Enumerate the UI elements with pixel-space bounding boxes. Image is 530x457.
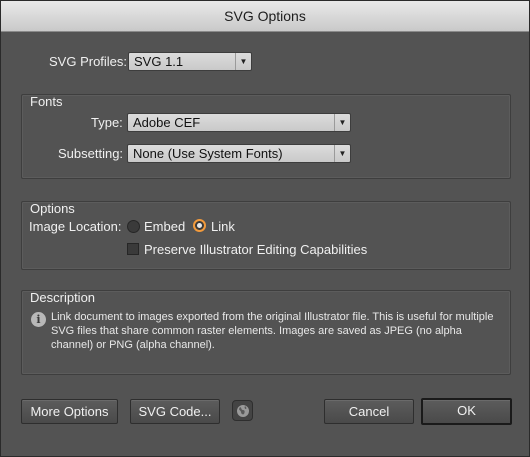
svg-code-button[interactable]: SVG Code... (130, 399, 220, 424)
svg-options-dialog: SVG Options SVG Profiles: SVG 1.1 ▼ Font… (0, 0, 530, 457)
fonts-group: Fonts (21, 94, 511, 179)
chevron-down-icon: ▼ (334, 145, 350, 162)
cancel-button[interactable]: Cancel (324, 399, 414, 424)
font-type-label: Type: (91, 115, 123, 130)
preserve-editing-label[interactable]: Preserve Illustrator Editing Capabilitie… (144, 242, 367, 257)
subsetting-label: Subsetting: (58, 146, 124, 161)
preserve-editing-checkbox[interactable] (127, 243, 139, 255)
ok-button[interactable]: OK (421, 398, 512, 425)
link-label[interactable]: Link (211, 219, 235, 234)
options-group: Options (21, 201, 511, 270)
chevron-down-icon: ▼ (235, 53, 251, 70)
description-text: Link document to images exported from th… (51, 311, 494, 351)
subsetting-dropdown[interactable]: None (Use System Fonts) ▼ (127, 144, 351, 163)
image-location-label: Image Location: (29, 219, 122, 234)
description-group-title: Description (30, 290, 96, 305)
svg-profiles-dropdown[interactable]: SVG 1.1 ▼ (128, 52, 252, 71)
font-type-dropdown[interactable]: Adobe CEF ▼ (127, 113, 351, 132)
chevron-down-icon: ▼ (334, 114, 350, 131)
svg-profiles-label: SVG Profiles: (49, 54, 128, 69)
fonts-group-title: Fonts (30, 94, 63, 109)
embed-label[interactable]: Embed (144, 219, 185, 234)
subsetting-value: None (Use System Fonts) (133, 146, 283, 161)
embed-radio[interactable] (127, 220, 140, 233)
more-options-button[interactable]: More Options (21, 399, 118, 424)
globe-icon (237, 405, 249, 417)
svg-profiles-value: SVG 1.1 (134, 54, 184, 69)
dialog-title: SVG Options (1, 1, 529, 32)
web-preview-button[interactable] (232, 400, 253, 421)
info-icon: i (31, 312, 46, 327)
link-radio[interactable] (193, 219, 206, 232)
font-type-value: Adobe CEF (133, 115, 201, 130)
options-group-title: Options (30, 201, 75, 216)
